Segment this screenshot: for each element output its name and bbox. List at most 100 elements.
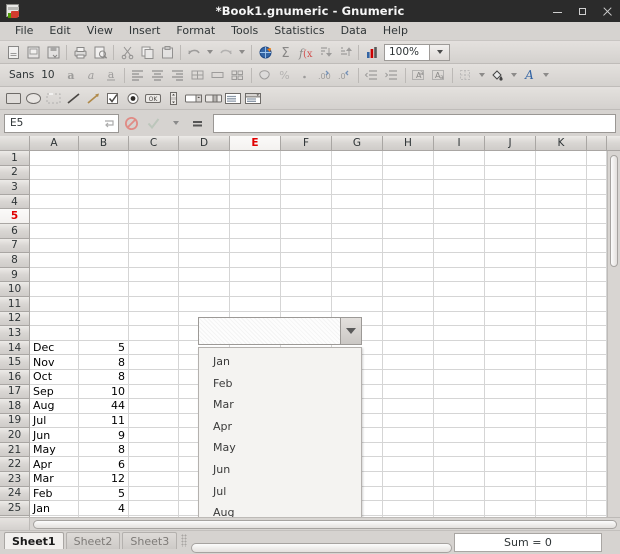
- cell-I9[interactable]: [434, 399, 485, 414]
- cell-I23[interactable]: [434, 194, 485, 210]
- sheet-tab-sheet1[interactable]: Sheet1: [4, 532, 64, 549]
- cell-H26[interactable]: [383, 151, 434, 166]
- cell-D16[interactable]: [179, 296, 230, 312]
- cell-A12[interactable]: Nov: [30, 355, 79, 370]
- push-button-icon[interactable]: OK: [143, 89, 163, 108]
- cell-E19[interactable]: [230, 253, 281, 268]
- combobox-option-aug[interactable]: Aug: [199, 502, 361, 517]
- cell-F25[interactable]: [281, 165, 332, 181]
- cell-J5[interactable]: [485, 457, 536, 473]
- sheet-tab-scrollbar[interactable]: [191, 543, 452, 553]
- cell-J10[interactable]: [485, 384, 536, 400]
- split-cells-icon[interactable]: [228, 66, 248, 85]
- borders-icon[interactable]: [456, 66, 476, 85]
- sort-descending-icon[interactable]: [335, 43, 355, 62]
- equals-icon[interactable]: [188, 114, 207, 133]
- cell-F16[interactable]: [281, 296, 332, 312]
- cell-D19[interactable]: [179, 253, 230, 268]
- cell-K23[interactable]: [536, 194, 587, 210]
- cell-B4[interactable]: 12: [79, 472, 129, 487]
- column-header-a[interactable]: A: [30, 136, 79, 151]
- cell-B22[interactable]: [79, 209, 129, 224]
- cell-C21[interactable]: [129, 223, 179, 239]
- decrease-decimals-icon[interactable]: .0: [335, 66, 355, 85]
- cell-B10[interactable]: 10: [79, 384, 129, 400]
- name-box-icon[interactable]: [102, 117, 116, 131]
- row-header-23[interactable]: 23: [0, 472, 30, 487]
- cell-D25[interactable]: [179, 165, 230, 181]
- row-header-19[interactable]: 19: [0, 413, 30, 429]
- cell-F26[interactable]: [281, 151, 332, 166]
- column-header-b[interactable]: B: [79, 136, 129, 151]
- menu-insert[interactable]: Insert: [121, 22, 169, 40]
- cell-B14[interactable]: [79, 326, 129, 341]
- cell-overflow-21[interactable]: [587, 223, 607, 239]
- cell-G17[interactable]: [332, 282, 383, 297]
- sheet-combobox-dropdown-icon[interactable]: [340, 317, 362, 345]
- cell-C8[interactable]: [129, 413, 179, 429]
- cell-K2[interactable]: [536, 501, 587, 516]
- cell-C24[interactable]: [129, 180, 179, 195]
- horizontal-scrollbar[interactable]: [0, 517, 620, 530]
- new-document-icon[interactable]: [3, 43, 23, 62]
- cell-I15[interactable]: [434, 311, 485, 327]
- cell-B26[interactable]: [79, 151, 129, 166]
- save-file-icon[interactable]: [43, 43, 63, 62]
- cell-K26[interactable]: [536, 151, 587, 166]
- cell-K13[interactable]: [536, 340, 587, 356]
- sort-ascending-icon[interactable]: [315, 43, 335, 62]
- cell-overflow-17[interactable]: [587, 282, 607, 297]
- cell-I5[interactable]: [434, 457, 485, 473]
- cell-K16[interactable]: [536, 296, 587, 312]
- cell-C18[interactable]: [129, 267, 179, 283]
- cell-G26[interactable]: [332, 151, 383, 166]
- combobox-option-feb[interactable]: Feb: [199, 373, 361, 395]
- row-header-2[interactable]: 2: [0, 165, 30, 181]
- cell-C15[interactable]: [129, 311, 179, 327]
- cell-J14[interactable]: [485, 326, 536, 341]
- cancel-edit-icon[interactable]: [122, 114, 141, 133]
- cell-C3[interactable]: [129, 486, 179, 502]
- print-preview-icon[interactable]: [90, 43, 110, 62]
- list-icon[interactable]: [223, 89, 243, 108]
- cell-B6[interactable]: 8: [79, 442, 129, 458]
- cell-I26[interactable]: [434, 151, 485, 166]
- cell-overflow-22[interactable]: [587, 209, 607, 224]
- ellipse-icon[interactable]: [23, 89, 43, 108]
- select-all-corner[interactable]: [0, 136, 30, 151]
- cell-F20[interactable]: [281, 238, 332, 254]
- cell-J6[interactable]: [485, 442, 536, 458]
- row-header-21[interactable]: 21: [0, 442, 30, 458]
- cell-E25[interactable]: [230, 165, 281, 181]
- maximize-icon[interactable]: [577, 6, 588, 17]
- cell-F24[interactable]: [281, 180, 332, 195]
- cell-K6[interactable]: [536, 442, 587, 458]
- menu-edit[interactable]: Edit: [41, 22, 78, 40]
- cell-A21[interactable]: [30, 223, 79, 239]
- spinbutton-icon[interactable]: [183, 89, 203, 108]
- row-header-5[interactable]: 5: [0, 209, 30, 224]
- cell-E22[interactable]: [230, 209, 281, 224]
- cell-C6[interactable]: [129, 442, 179, 458]
- cell-D24[interactable]: [179, 180, 230, 195]
- row-header-15[interactable]: 15: [0, 355, 30, 370]
- cell-I16[interactable]: [434, 296, 485, 312]
- minimize-icon[interactable]: [552, 6, 563, 17]
- vertical-scrollbar-thumb[interactable]: [610, 155, 618, 267]
- paste-icon[interactable]: [157, 43, 177, 62]
- sheet-combobox-option-list[interactable]: JanFebMarAprMayJunJulAugSepOctNovDec: [198, 347, 362, 517]
- cell-G18[interactable]: [332, 267, 383, 283]
- format-percent-icon[interactable]: %: [275, 66, 295, 85]
- cell-B12[interactable]: 8: [79, 355, 129, 370]
- cell-K22[interactable]: [536, 209, 587, 224]
- horizontal-scrollbar-thumb[interactable]: [33, 519, 617, 529]
- cell-K19[interactable]: [536, 253, 587, 268]
- cell-I25[interactable]: [434, 165, 485, 181]
- copy-icon[interactable]: [137, 43, 157, 62]
- cell-H22[interactable]: [383, 209, 434, 224]
- cell-overflow-26[interactable]: [587, 151, 607, 166]
- combobox-option-jan[interactable]: Jan: [199, 351, 361, 373]
- redo-icon[interactable]: [216, 43, 236, 62]
- cell-K14[interactable]: [536, 326, 587, 341]
- cell-B9[interactable]: 44: [79, 399, 129, 414]
